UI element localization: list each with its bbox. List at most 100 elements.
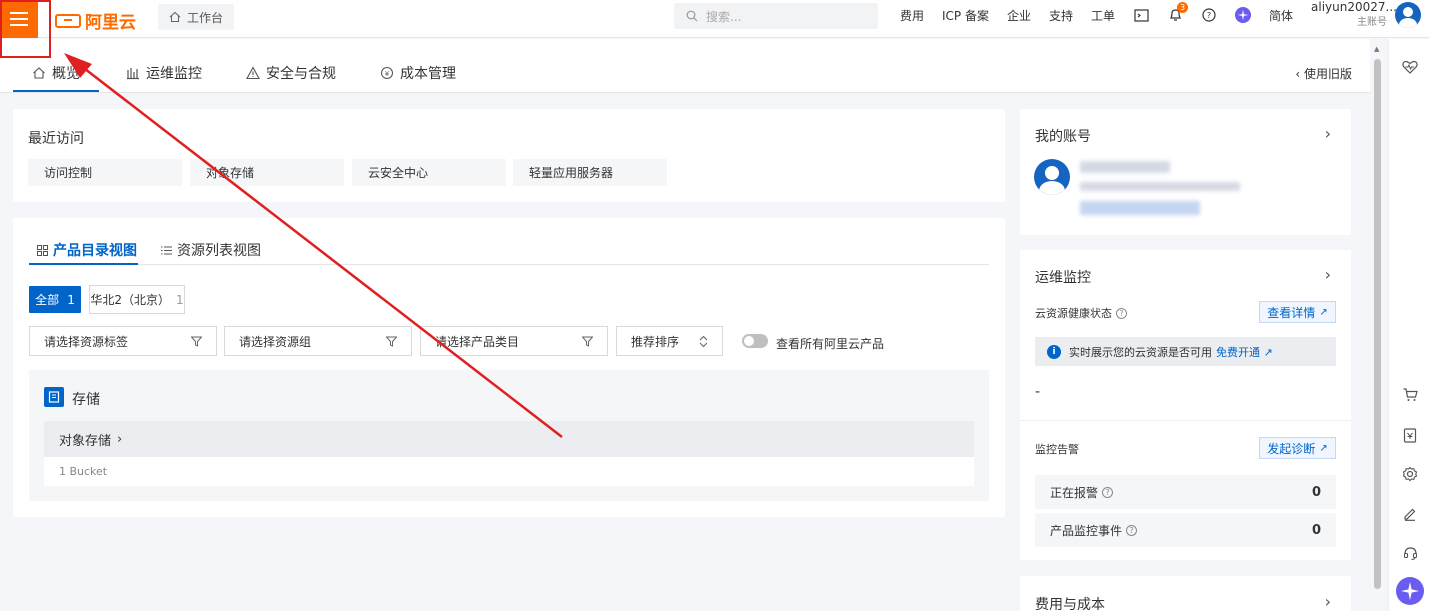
old-version-label: 使用旧版 <box>1303 67 1352 81</box>
chevron-right-icon[interactable]: › <box>1325 592 1331 611</box>
section-title: 存储 <box>72 392 100 408</box>
home-icon <box>169 11 181 23</box>
sort-label: 推荐排序 <box>631 334 680 349</box>
button-label: 查看详情 <box>1267 305 1316 320</box>
edit-pen-icon[interactable] <box>1396 500 1424 528</box>
product-category-select[interactable]: 请选择产品类目 <box>420 326 608 356</box>
health-status-label: 云资源健康状态? <box>1035 305 1127 321</box>
health-value: - <box>1035 384 1041 400</box>
workbench-button[interactable]: 工作台 <box>158 4 234 30</box>
free-activate-link[interactable]: 免费开通 ↗ <box>1216 344 1273 360</box>
tab-label: 运维监控 <box>146 66 202 82</box>
tab-label: 成本管理 <box>400 66 456 82</box>
notice-text: 实时展示您的云资源是否可用 <box>1069 345 1212 359</box>
tab-label: 概览 <box>52 66 80 82</box>
cost-icon: ¥ <box>380 66 394 80</box>
select-placeholder: 请选择资源标签 <box>44 334 129 349</box>
terminal-icon[interactable] <box>1133 7 1149 23</box>
tab-product-catalog-view[interactable]: 产品目录视图 <box>37 240 137 260</box>
help-icon[interactable]: ? <box>1116 307 1127 319</box>
tab-cost[interactable]: ¥ 成本管理 <box>380 63 456 83</box>
use-old-version-link[interactable]: ‹ 使用旧版 <box>1295 65 1352 82</box>
tab-ops-monitor[interactable]: 运维监控 <box>126 63 202 83</box>
top-bar: 阿里云 工作台 搜索... 费用 ICP 备案 企业 支持 工单 3 ? 简体 … <box>0 0 1429 38</box>
aliyun-logo-mark-icon <box>55 13 81 28</box>
stat-label: 产品监控事件 <box>1050 523 1123 538</box>
account-role: 主账号 <box>1357 17 1387 28</box>
nav-link-support[interactable]: 支持 <box>1049 7 1073 24</box>
redacted-text <box>1080 201 1200 215</box>
recent-item[interactable]: 轻量应用服务器 <box>513 159 667 186</box>
nav-link-fees[interactable]: 费用 <box>900 7 924 24</box>
scroll-up-arrow-icon[interactable]: ▲ <box>1374 45 1379 53</box>
help-icon[interactable]: ? <box>1126 524 1138 536</box>
notification-badge: 3 <box>1177 2 1189 13</box>
filter-icon <box>191 336 202 347</box>
scrollbar-thumb[interactable] <box>1374 59 1381 589</box>
recent-item[interactable]: 对象存储 <box>190 159 344 186</box>
bell-icon[interactable]: 3 <box>1167 2 1189 23</box>
search-placeholder: 搜索... <box>706 9 742 24</box>
resource-tag-select[interactable]: 请选择资源标签 <box>29 326 217 356</box>
menu-hamburger-icon[interactable] <box>0 0 38 38</box>
show-all-products-toggle[interactable] <box>742 334 768 348</box>
monitor-events-row[interactable]: 产品监控事件? 0 <box>1035 513 1336 547</box>
region-count: 1 <box>176 292 184 307</box>
resource-group-select[interactable]: 请选择资源组 <box>224 326 412 356</box>
chevron-right-icon[interactable]: › <box>1325 265 1331 284</box>
health-heart-icon[interactable] <box>1396 53 1424 81</box>
recent-item[interactable]: 访问控制 <box>28 159 182 186</box>
button-label: 发起诊断 <box>1267 441 1316 456</box>
search-input[interactable]: 搜索... <box>674 3 878 29</box>
tab-resource-list-view[interactable]: 资源列表视图 <box>161 240 261 260</box>
card-title: 费用与成本 <box>1035 597 1105 611</box>
external-link-icon: ↗ <box>1319 442 1328 454</box>
external-link-icon: ↗ <box>1319 306 1328 318</box>
ai-assistant-icon[interactable] <box>1396 577 1424 605</box>
language-switch[interactable]: 简体 <box>1269 7 1293 24</box>
alarming-row[interactable]: 正在报警? 0 <box>1035 475 1336 509</box>
user-avatar[interactable] <box>1395 2 1421 28</box>
tab-label: 安全与合规 <box>266 66 336 82</box>
storage-icon <box>44 387 64 407</box>
recent-item[interactable]: 云安全中心 <box>352 159 506 186</box>
card-title: 我的账号 <box>1035 129 1091 145</box>
product-detail: 1 Bucket <box>44 457 974 486</box>
region-filter-all[interactable]: 全部 1 <box>29 286 81 313</box>
help-icon[interactable]: ? <box>1102 486 1114 498</box>
help-icon[interactable]: ? <box>1201 7 1217 23</box>
top-nav-links: 费用 ICP 备案 企业 支持 工单 3 ? 简体 <box>900 0 1293 30</box>
chevron-right-icon[interactable]: › <box>1325 124 1331 143</box>
aliyun-logo[interactable]: 阿里云 <box>55 8 136 33</box>
nav-link-ticket[interactable]: 工单 <box>1091 7 1115 24</box>
workbench-label: 工作台 <box>186 10 223 25</box>
ai-assistant-icon[interactable] <box>1235 7 1252 23</box>
search-icon <box>686 10 698 22</box>
storage-section: 存储 对象存储 › 1 Bucket <box>29 370 989 501</box>
console-tabs: 概览 运维监控 安全与合规 ¥ 成本管理 ‹ 使用旧版 <box>0 39 1370 93</box>
tab-security[interactable]: 安全与合规 <box>246 63 336 83</box>
cart-icon[interactable] <box>1396 381 1424 409</box>
region-filter-beijing[interactable]: 华北2（北京） 1 <box>89 285 185 314</box>
account-menu[interactable]: aliyun20027... 主账号 <box>1311 0 1397 30</box>
region-all-count: 1 <box>67 292 75 307</box>
recent-visits-card: 最近访问 访问控制 对象存储 云安全中心 轻量应用服务器 <box>13 109 1005 202</box>
redacted-text <box>1080 182 1240 191</box>
settings-gear-icon[interactable] <box>1396 460 1424 488</box>
product-item-oss[interactable]: 对象存储 › <box>44 421 974 457</box>
view-tab-label: 资源列表视图 <box>177 243 261 259</box>
active-view-indicator <box>29 263 138 265</box>
logo-text: 阿里云 <box>85 13 136 33</box>
sort-arrows-icon <box>699 335 708 347</box>
nav-link-enterprise[interactable]: 企业 <box>1007 7 1031 24</box>
start-diagnosis-button[interactable]: 发起诊断 ↗ <box>1259 437 1336 459</box>
sort-select[interactable]: 推荐排序 <box>616 326 723 356</box>
info-icon: i <box>1047 344 1061 359</box>
view-details-button[interactable]: 查看详情 ↗ <box>1259 301 1336 323</box>
page-scrollbar[interactable]: ▲ <box>1370 39 1388 611</box>
nav-link-icp[interactable]: ICP 备案 <box>942 7 989 24</box>
tab-overview[interactable]: 概览 <box>32 63 80 83</box>
coupon-icon[interactable] <box>1396 421 1424 449</box>
divider <box>1020 420 1351 421</box>
customer-service-headset-icon[interactable] <box>1396 539 1424 567</box>
